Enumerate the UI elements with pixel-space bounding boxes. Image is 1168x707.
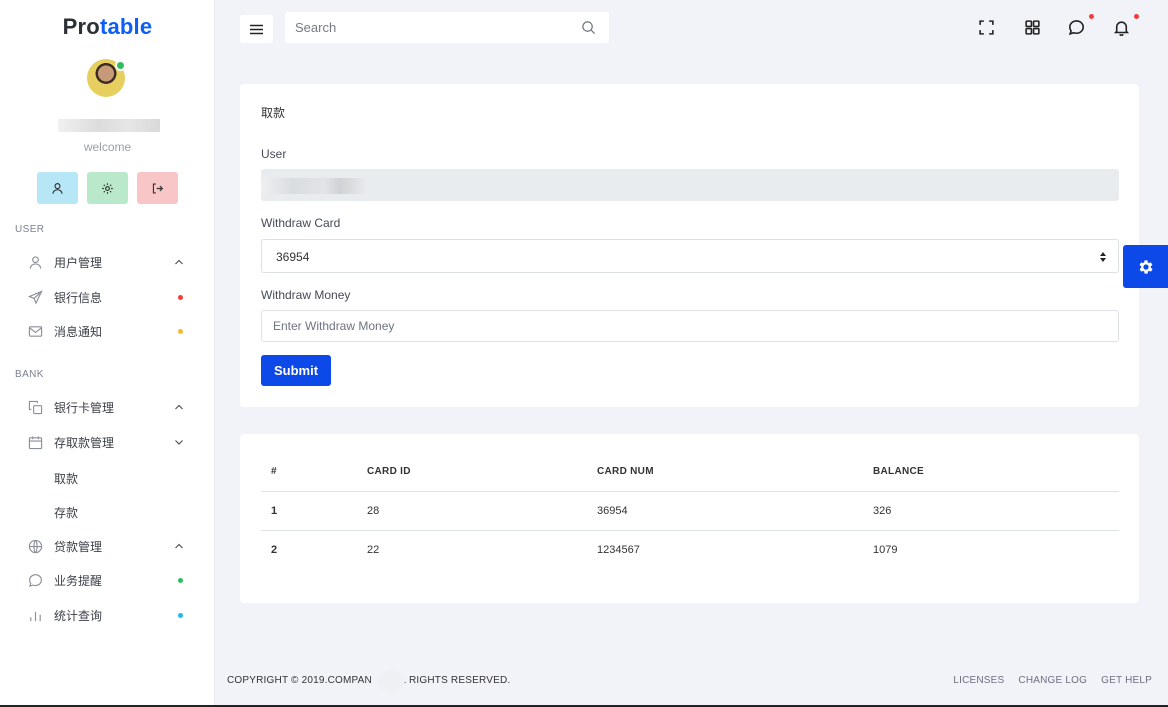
chat-bubble-icon	[27, 572, 43, 588]
notifications-badge-dot	[1134, 14, 1139, 19]
send-icon	[27, 289, 43, 305]
bar-chart-icon	[27, 607, 43, 623]
sidebar-subitem-deposit[interactable]: 存款	[54, 504, 78, 521]
footer-link-licenses[interactable]: LICENSES	[953, 675, 1004, 686]
user-value-redacted	[261, 178, 366, 194]
table-cell: 1	[261, 491, 367, 531]
gear-icon	[102, 182, 113, 194]
column-header-card-num: CARD NUM	[597, 453, 873, 492]
sidebar-item-user-management[interactable]: 用户管理	[0, 247, 215, 277]
search-bar	[285, 12, 609, 43]
cards-table: # CARD ID CARD NUM BALANCE 1 28 36954 32…	[261, 453, 1119, 569]
chat-bubble-icon	[1068, 20, 1084, 36]
messages-badge-dot	[1089, 14, 1094, 19]
online-status-dot	[115, 60, 126, 71]
cards-table-card: # CARD ID CARD NUM BALANCE 1 28 36954 32…	[240, 434, 1139, 603]
user-icon	[52, 182, 63, 194]
logout-button[interactable]	[137, 172, 178, 204]
avatar[interactable]	[87, 59, 126, 97]
status-dot-red	[178, 294, 183, 300]
messages-button[interactable]	[1068, 19, 1085, 36]
user-icon	[27, 254, 43, 270]
logout-icon	[152, 182, 164, 194]
status-dot-yellow	[178, 328, 183, 334]
table-header-row: # CARD ID CARD NUM BALANCE	[261, 453, 1119, 492]
sidebar-item-loan-management[interactable]: 贷款管理	[0, 531, 215, 561]
search-icon[interactable]	[581, 20, 596, 35]
welcome-text: welcome	[83, 140, 132, 154]
table-cell: 22	[367, 543, 380, 556]
withdraw-money-label: Withdraw Money	[261, 288, 351, 302]
chevron-up-icon	[175, 543, 183, 549]
withdraw-money-field	[261, 310, 1119, 342]
bell-icon	[1113, 21, 1130, 37]
table-cell: 28	[367, 491, 597, 531]
sidebar-subitem-withdraw[interactable]: 取款	[54, 470, 78, 487]
gear-icon	[1139, 259, 1153, 274]
table-cell: 36954	[597, 491, 873, 531]
profile-actions	[37, 172, 178, 204]
table-cell: 326	[873, 491, 1119, 531]
copy-icon	[27, 399, 43, 415]
footer-redacted	[378, 670, 405, 692]
form-title: 取款	[261, 106, 286, 120]
grid-icon	[1025, 20, 1040, 35]
sidebar-item-business-reminders[interactable]: 业务提醒	[0, 565, 215, 595]
fullscreen-icon	[979, 20, 994, 35]
user-label: User	[261, 147, 287, 161]
search-input[interactable]	[285, 12, 565, 43]
mail-icon	[27, 323, 43, 339]
footer-link-get-help[interactable]: GET HELP	[1101, 675, 1152, 686]
settings-button[interactable]	[87, 172, 128, 204]
column-header-balance: BALANCE	[873, 453, 1119, 492]
section-label-bank: BANK	[15, 369, 44, 380]
column-header-card-id: CARD ID	[367, 453, 597, 492]
withdraw-card-label: Withdraw Card	[261, 216, 341, 230]
menu-toggle-button[interactable]	[240, 15, 273, 43]
user-field-readonly	[261, 169, 1119, 201]
sidebar-item-card-management[interactable]: 银行卡管理	[0, 392, 215, 422]
footer-copyright: COPYRIGHT © 2019.COMPAN ALL RIGHTS RESERV…	[227, 675, 511, 686]
section-label-user: USER	[15, 224, 45, 235]
table-row: 1 28 36954 326	[261, 491, 1119, 531]
sidebar: Protable welcome USER 用户管理 银行信息 消息通知 BAN…	[0, 0, 215, 707]
withdraw-form-card: 取款 User Withdraw Card 36954 Withdraw Mon…	[240, 84, 1139, 407]
table-cell: 2	[271, 543, 278, 556]
chevron-down-icon	[175, 440, 183, 445]
fullscreen-button[interactable]	[978, 19, 995, 36]
calendar-icon	[27, 434, 43, 450]
sidebar-item-statistics[interactable]: 统计查询	[0, 600, 215, 630]
sidebar-item-bank-info[interactable]: 银行信息	[0, 282, 215, 312]
profile-button[interactable]	[37, 172, 78, 204]
hamburger-icon	[250, 24, 263, 34]
status-dot-cyan	[178, 612, 183, 618]
globe-icon	[27, 538, 43, 554]
chevron-up-icon	[175, 259, 183, 265]
select-arrows-icon	[1100, 252, 1106, 262]
submit-button[interactable]: Submit	[261, 355, 331, 386]
sidebar-item-notifications[interactable]: 消息通知	[0, 316, 215, 346]
theme-settings-button[interactable]	[1123, 245, 1168, 288]
apps-button[interactable]	[1024, 19, 1041, 36]
footer-link-change-log[interactable]: CHANGE LOG	[1018, 675, 1087, 686]
table-cell: 1079	[873, 543, 898, 556]
withdraw-money-input[interactable]	[262, 311, 1118, 341]
notifications-button[interactable]	[1113, 19, 1130, 37]
chevron-up-icon	[175, 404, 183, 410]
footer-links: LICENSES CHANGE LOG GET HELP	[953, 675, 1152, 686]
status-dot-green	[178, 577, 183, 583]
sidebar-item-deposit-withdraw[interactable]: 存取款管理	[0, 427, 215, 457]
user-name-redacted	[58, 119, 160, 132]
withdraw-card-value: 36954	[276, 250, 310, 264]
table-cell: 1234567	[597, 543, 640, 556]
withdraw-card-select[interactable]: 36954	[261, 239, 1119, 273]
table-row: 2 22 1234567 1079	[261, 530, 1119, 569]
column-header-index: #	[261, 453, 367, 492]
brand-logo[interactable]: Protable	[0, 14, 215, 40]
